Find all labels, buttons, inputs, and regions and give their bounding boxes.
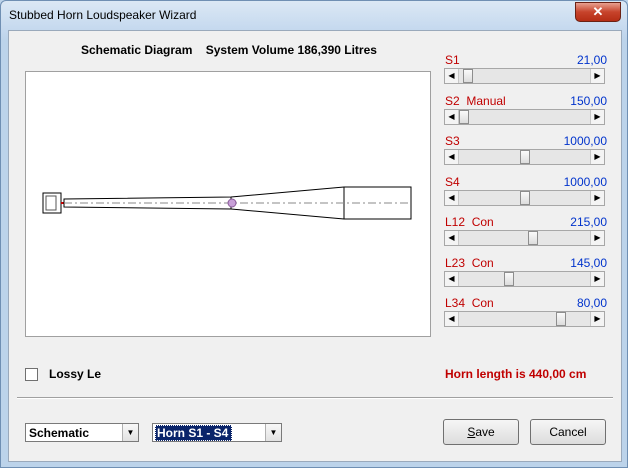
slider-label: L23 Con bbox=[445, 255, 494, 270]
schematic-diagram bbox=[25, 71, 431, 337]
diagram-title: Schematic Diagram bbox=[81, 43, 193, 57]
arrow-left-icon[interactable]: ◀ bbox=[445, 271, 459, 286]
slider-value: 80,00 bbox=[576, 296, 607, 310]
horn-section-value: Horn S1 - S4 bbox=[155, 425, 233, 441]
close-button[interactable]: ✕ bbox=[575, 2, 621, 22]
scrollbar-slider[interactable]: ◀ ▶ bbox=[444, 108, 605, 125]
slider-value: 215,00 bbox=[570, 215, 607, 229]
slider-value: 21,00 bbox=[576, 53, 607, 67]
arrow-right-icon[interactable]: ▶ bbox=[590, 69, 604, 83]
save-label-rest: ave bbox=[475, 425, 495, 439]
scrollbar-slider[interactable]: ◀ ▶ bbox=[444, 68, 605, 84]
arrow-left-icon[interactable]: ◀ bbox=[445, 150, 459, 164]
view-mode-value: Schematic bbox=[29, 426, 90, 440]
slider-label: S3 bbox=[445, 134, 460, 148]
slider-row: S2 Manual 150,00 ◀ ▶ bbox=[444, 94, 609, 135]
window-title: Stubbed Horn Loudspeaker Wizard bbox=[9, 8, 197, 22]
save-button[interactable]: Save bbox=[443, 419, 519, 445]
arrow-left-icon[interactable]: ◀ bbox=[445, 231, 459, 245]
arrow-right-icon[interactable]: ▶ bbox=[590, 312, 604, 326]
scrollbar-thumb[interactable] bbox=[520, 190, 530, 205]
arrow-left-icon[interactable]: ◀ bbox=[445, 312, 459, 326]
arrow-left-icon[interactable]: ◀ bbox=[445, 190, 459, 205]
slider-label: S2 Manual bbox=[445, 93, 506, 108]
scrollbar-slider[interactable]: ◀ ▶ bbox=[444, 149, 605, 165]
driver-cone bbox=[45, 195, 57, 211]
scrollbar-slider[interactable]: ◀ ▶ bbox=[444, 270, 605, 287]
arrow-right-icon[interactable]: ▶ bbox=[590, 150, 604, 164]
slider-label: S1 bbox=[445, 53, 460, 67]
slider-label: L34 Con bbox=[445, 296, 494, 310]
arrow-right-icon[interactable]: ▶ bbox=[590, 109, 604, 124]
wizard-window: Stubbed Horn Loudspeaker Wizard ✕ Schema… bbox=[0, 0, 628, 468]
dialog-body: Schematic Diagram System Volume 186,390 … bbox=[8, 30, 622, 462]
scrollbar-thumb[interactable] bbox=[463, 69, 473, 83]
lossy-le-label[interactable]: Lossy Le bbox=[49, 367, 101, 381]
slider-row: S1 21,00 ◀ ▶ bbox=[444, 53, 609, 94]
scrollbar-thumb[interactable] bbox=[556, 312, 566, 326]
slider-value: 1000,00 bbox=[563, 174, 607, 189]
horn-length-readout: Horn length is 440,00 cm bbox=[445, 367, 587, 381]
diagram-heading: Schematic Diagram System Volume 186,390 … bbox=[81, 43, 377, 57]
slider-label: S4 bbox=[445, 174, 460, 189]
slider-value: 1000,00 bbox=[563, 134, 607, 148]
scrollbar-thumb[interactable] bbox=[520, 150, 530, 164]
separator bbox=[17, 397, 613, 399]
slider-row: L34 Con 80,00 ◀ ▶ bbox=[444, 296, 609, 337]
system-volume: System Volume 186,390 Litres bbox=[205, 43, 377, 57]
horn-section-select[interactable]: Horn S1 - S4 ▼ bbox=[152, 423, 282, 442]
lossy-le-checkbox[interactable] bbox=[25, 368, 38, 381]
scrollbar-slider[interactable]: ◀ ▶ bbox=[444, 230, 605, 246]
arrow-left-icon[interactable]: ◀ bbox=[445, 69, 459, 83]
slider-row: L12 Con 215,00 ◀ ▶ bbox=[444, 215, 609, 256]
close-icon: ✕ bbox=[592, 4, 604, 19]
scrollbar-slider[interactable]: ◀ ▶ bbox=[444, 189, 605, 206]
arrow-right-icon[interactable]: ▶ bbox=[590, 231, 604, 245]
arrow-left-icon[interactable]: ◀ bbox=[445, 109, 459, 124]
scrollbar-thumb[interactable] bbox=[504, 271, 514, 286]
slider-row: S4 1000,00 ◀ ▶ bbox=[444, 175, 609, 216]
chevron-down-icon[interactable]: ▼ bbox=[265, 424, 281, 441]
chevron-down-icon[interactable]: ▼ bbox=[122, 424, 138, 441]
arrow-right-icon[interactable]: ▶ bbox=[590, 190, 604, 205]
slider-value: 145,00 bbox=[570, 255, 607, 270]
slider-row: S3 1000,00 ◀ ▶ bbox=[444, 134, 609, 175]
stub-marker bbox=[227, 198, 237, 208]
arrow-right-icon[interactable]: ▶ bbox=[590, 271, 604, 286]
cancel-button[interactable]: Cancel bbox=[530, 419, 606, 445]
slider-label: L12 Con bbox=[445, 215, 494, 229]
horn-schematic bbox=[42, 186, 412, 220]
slider-value: 150,00 bbox=[570, 93, 607, 108]
scrollbar-thumb[interactable] bbox=[528, 231, 538, 245]
cancel-label: Cancel bbox=[549, 425, 587, 439]
title-bar[interactable]: Stubbed Horn Loudspeaker Wizard ✕ bbox=[1, 1, 627, 29]
slider-row: L23 Con 145,00 ◀ ▶ bbox=[444, 256, 609, 297]
view-mode-select[interactable]: Schematic ▼ bbox=[25, 423, 139, 442]
scrollbar-slider[interactable]: ◀ ▶ bbox=[444, 311, 605, 327]
scrollbar-thumb[interactable] bbox=[459, 109, 469, 124]
